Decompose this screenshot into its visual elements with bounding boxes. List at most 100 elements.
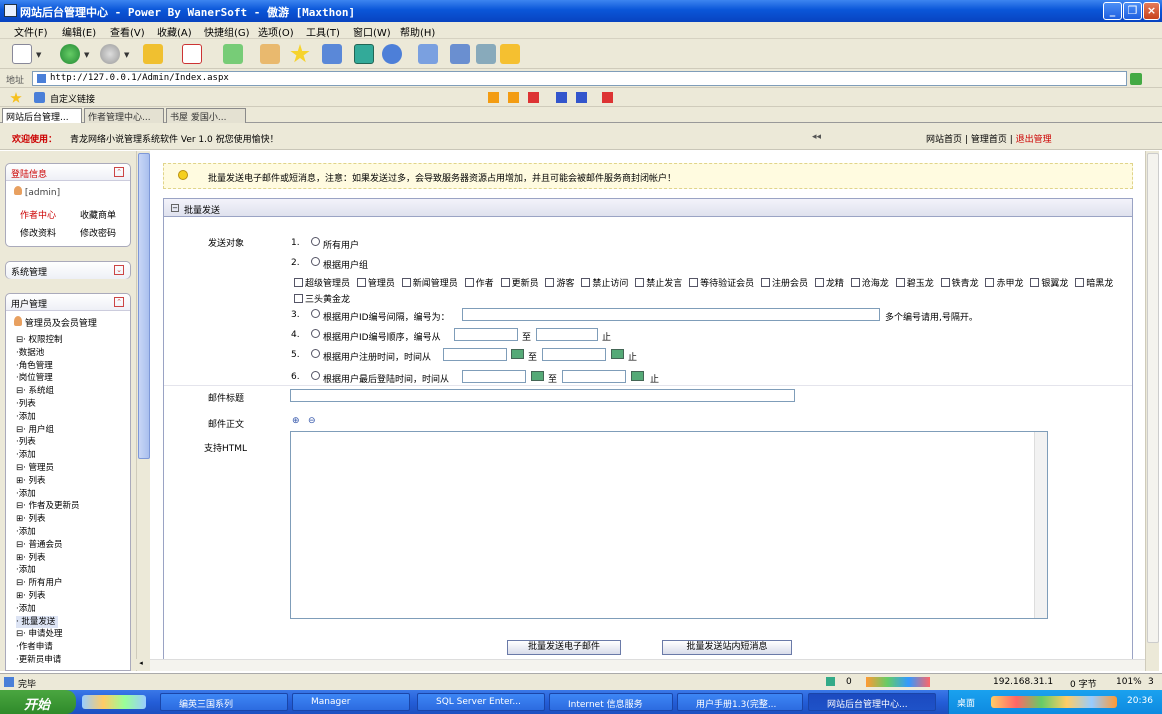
favorites-star-icon[interactable] xyxy=(290,44,310,63)
radio-by-group[interactable] xyxy=(311,257,320,266)
textarea-scrollbar[interactable] xyxy=(1034,432,1047,618)
forward-icon[interactable] xyxy=(100,44,120,64)
tb-close-icon[interactable] xyxy=(602,92,613,103)
sidebar-scroll-thumb[interactable] xyxy=(138,153,150,459)
tree-item[interactable]: ⊟· 权限控制 xyxy=(16,334,80,347)
tree-item[interactable]: ⊟· 系统组 xyxy=(16,385,80,398)
menu-groups[interactable]: 快捷组(G) xyxy=(204,24,250,39)
custom-links[interactable]: 自定义链接 xyxy=(50,92,95,105)
group-checkbox[interactable]: 沧海龙 xyxy=(850,278,889,289)
tb-close-all-icon[interactable] xyxy=(528,92,539,103)
horizontal-scrollbar[interactable] xyxy=(150,659,1145,671)
start-button[interactable]: 开始 xyxy=(0,690,76,714)
tree-item[interactable]: ⊟· 普通会员 xyxy=(16,539,80,552)
collapse-arrow-icon[interactable]: ◂◂ xyxy=(812,132,821,142)
site-home-link[interactable]: 网站首页 xyxy=(926,135,962,145)
zoom-in-icon[interactable]: ⊕ xyxy=(292,416,300,426)
login-from-input[interactable] xyxy=(462,370,526,383)
radio-by-id-interval[interactable] xyxy=(311,309,320,318)
tab-admin[interactable]: 网站后台管理... xyxy=(2,108,82,123)
calendar-icon[interactable] xyxy=(511,349,524,359)
radio-by-register-time[interactable] xyxy=(311,349,320,358)
tree-item[interactable]: ⊞· 列表 xyxy=(16,590,80,603)
main-scrollbar[interactable] xyxy=(1145,151,1159,671)
menu-help[interactable]: 帮助(H) xyxy=(400,24,435,39)
logout-link[interactable]: 退出管理 xyxy=(1016,135,1052,145)
tab-author[interactable]: 作者管理中心... xyxy=(84,108,164,123)
tree-item-active[interactable]: · 批量发送 xyxy=(16,615,58,629)
group-checkbox[interactable]: 注册会员 xyxy=(761,278,808,289)
group-checkbox[interactable]: 赤甲龙 xyxy=(985,278,1023,289)
main-scroll-thumb[interactable] xyxy=(1147,153,1159,643)
zoom-out-icon[interactable]: ⊖ xyxy=(308,416,316,426)
task-item[interactable]: 用户手册1.3(完整... xyxy=(677,693,803,711)
zoom-level[interactable]: 101% xyxy=(1116,677,1142,687)
edit-profile-link[interactable]: 修改资料 xyxy=(20,226,56,239)
group-checkbox[interactable]: 铁青龙 xyxy=(940,278,979,289)
home-icon[interactable] xyxy=(260,44,280,64)
task-item-active[interactable]: 网站后台管理中心... xyxy=(808,693,936,711)
reg-to-input[interactable] xyxy=(542,348,606,361)
task-item[interactable]: Manager xyxy=(292,693,410,711)
tree-item[interactable]: ⊞· 列表 xyxy=(16,552,80,565)
group-checkbox[interactable]: 更新员 xyxy=(500,278,539,289)
group-checkbox[interactable]: 禁止访问 xyxy=(581,278,628,289)
group-checkbox[interactable]: 作者 xyxy=(464,278,494,289)
group-checkbox[interactable]: 禁止发言 xyxy=(635,278,682,289)
menu-file[interactable]: 文件(F) xyxy=(14,24,48,39)
collapse-icon[interactable]: ⌃ xyxy=(114,167,124,177)
task-item[interactable]: 编英三国系列 xyxy=(160,693,288,711)
menu-view[interactable]: 查看(V) xyxy=(110,24,145,39)
radio-by-last-login[interactable] xyxy=(311,371,320,380)
back-icon[interactable] xyxy=(60,44,80,64)
group-checkbox[interactable]: 暗黑龙 xyxy=(1075,278,1113,289)
tree-item[interactable]: ·岗位管理 xyxy=(16,372,80,385)
menu-favorites[interactable]: 收藏(A) xyxy=(157,24,192,39)
group-checkbox[interactable]: 银翼龙 xyxy=(1030,278,1068,289)
group-checkbox[interactable]: 三头黄金龙 xyxy=(294,294,350,305)
exit-icon[interactable] xyxy=(476,44,496,64)
tree-item[interactable]: ·添加 xyxy=(16,411,80,424)
tree-item[interactable]: ·数据池 xyxy=(16,347,80,360)
new-page-icon[interactable] xyxy=(12,44,32,64)
reg-from-input[interactable] xyxy=(443,348,507,361)
back-dropdown-icon[interactable]: ▼ xyxy=(84,51,89,59)
collapse-box-icon[interactable]: − xyxy=(171,204,179,212)
tree-item[interactable]: ·添加 xyxy=(16,526,80,539)
group-checkbox[interactable]: 游客 xyxy=(545,278,574,289)
radio-by-id-range[interactable] xyxy=(311,329,320,338)
sidebar-scrollbar[interactable] xyxy=(136,151,150,671)
tree-item[interactable]: ·作者申请 xyxy=(16,641,80,654)
tree-item[interactable]: ·角色管理 xyxy=(16,360,80,373)
scroll-left-arrow-icon[interactable]: ◂ xyxy=(134,659,148,670)
tb-window-icon[interactable] xyxy=(576,92,587,103)
new-dropdown-icon[interactable]: ▼ xyxy=(36,51,41,59)
menu-options[interactable]: 选项(O) xyxy=(258,24,294,39)
tree-item[interactable]: ⊟· 所有用户 xyxy=(16,577,80,590)
tree-item[interactable]: ·添加 xyxy=(16,603,80,616)
notes-icon[interactable] xyxy=(500,44,520,64)
calendar-icon[interactable] xyxy=(531,371,544,381)
tree-item[interactable]: ·列表 xyxy=(16,436,80,449)
admin-home-link[interactable]: 管理首页 xyxy=(971,135,1007,145)
id-from-input[interactable] xyxy=(454,328,518,341)
expand-icon[interactable]: ⌄ xyxy=(114,265,124,275)
system-panel-header[interactable]: 系统管理 ⌄ xyxy=(6,262,130,279)
up-icon[interactable] xyxy=(143,44,163,64)
menu-tools[interactable]: 工具(T) xyxy=(306,24,340,39)
tree-item[interactable]: ·添加 xyxy=(16,564,80,577)
stop-icon[interactable] xyxy=(182,44,202,64)
tree-item[interactable]: ·添加 xyxy=(16,449,80,462)
id-list-input[interactable] xyxy=(462,308,880,321)
group-checkbox[interactable]: 新闻管理员 xyxy=(401,278,458,289)
forward-dropdown-icon[interactable]: ▼ xyxy=(124,51,129,59)
screen-icon[interactable] xyxy=(354,44,374,64)
id-to-input[interactable] xyxy=(536,328,598,341)
undo-icon[interactable] xyxy=(382,44,402,64)
subject-input[interactable] xyxy=(290,389,795,402)
close-button[interactable]: × xyxy=(1143,2,1160,20)
task-item[interactable]: SQL Server Enter... xyxy=(417,693,545,711)
tree-item[interactable]: ⊞· 列表 xyxy=(16,475,80,488)
go-icon[interactable] xyxy=(1130,73,1142,85)
login-to-input[interactable] xyxy=(562,370,626,383)
